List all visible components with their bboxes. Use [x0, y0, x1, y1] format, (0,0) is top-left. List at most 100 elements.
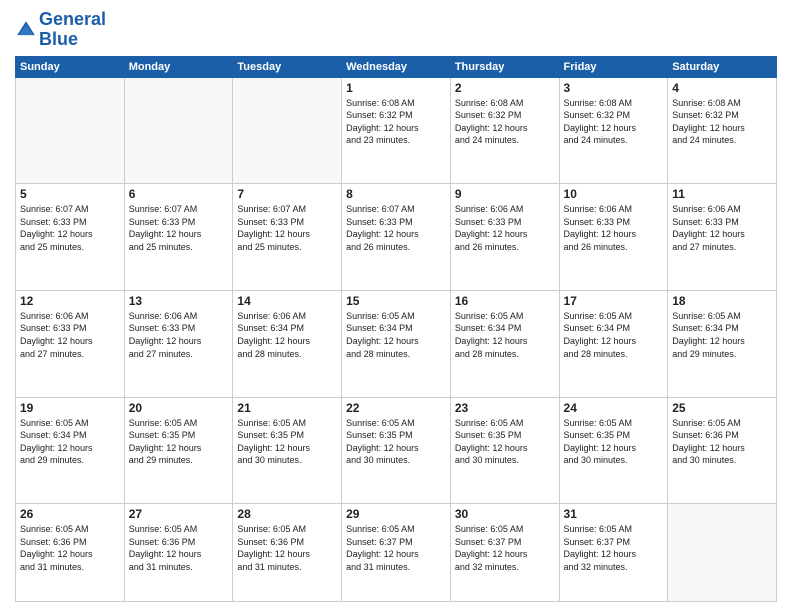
day-number: 30 — [455, 507, 555, 521]
cell-text-line: and 30 minutes. — [672, 454, 772, 467]
cell-text-line: Sunset: 6:35 PM — [564, 429, 664, 442]
calendar-cell: 24Sunrise: 6:05 AMSunset: 6:35 PMDayligh… — [559, 397, 668, 504]
cell-text-line: Sunset: 6:35 PM — [129, 429, 229, 442]
calendar-cell — [16, 77, 125, 184]
cell-text-line: Daylight: 12 hours — [455, 442, 555, 455]
calendar-cell: 12Sunrise: 6:06 AMSunset: 6:33 PMDayligh… — [16, 290, 125, 397]
cell-text-line: Daylight: 12 hours — [455, 548, 555, 561]
calendar-cell: 28Sunrise: 6:05 AMSunset: 6:36 PMDayligh… — [233, 504, 342, 602]
calendar-cell: 11Sunrise: 6:06 AMSunset: 6:33 PMDayligh… — [668, 184, 777, 291]
logo: General Blue — [15, 10, 106, 50]
calendar-cell: 3Sunrise: 6:08 AMSunset: 6:32 PMDaylight… — [559, 77, 668, 184]
cell-text-line: Sunset: 6:36 PM — [672, 429, 772, 442]
cell-text-line: Sunset: 6:34 PM — [20, 429, 120, 442]
cell-text-line: Daylight: 12 hours — [129, 548, 229, 561]
cell-text-line: Sunrise: 6:08 AM — [672, 97, 772, 110]
cell-text-line: Sunrise: 6:05 AM — [455, 523, 555, 536]
cell-text-line: and 28 minutes. — [346, 348, 446, 361]
cell-text-line: Sunset: 6:32 PM — [564, 109, 664, 122]
cell-text-line: Sunset: 6:33 PM — [129, 322, 229, 335]
cell-text-line: and 23 minutes. — [346, 134, 446, 147]
cell-text-line: Sunset: 6:34 PM — [564, 322, 664, 335]
cell-text-line: Daylight: 12 hours — [672, 335, 772, 348]
cell-text-line: Sunset: 6:34 PM — [346, 322, 446, 335]
cell-text-line: Sunrise: 6:05 AM — [129, 417, 229, 430]
day-header-thursday: Thursday — [450, 56, 559, 77]
cell-text-line: and 25 minutes. — [129, 241, 229, 254]
cell-text-line: Daylight: 12 hours — [346, 335, 446, 348]
cell-text-line: Daylight: 12 hours — [20, 335, 120, 348]
cell-text-line: Daylight: 12 hours — [346, 122, 446, 135]
cell-text-line: Sunset: 6:33 PM — [20, 216, 120, 229]
cell-text-line: Sunset: 6:32 PM — [455, 109, 555, 122]
cell-text-line: Daylight: 12 hours — [237, 335, 337, 348]
cell-text-line: Daylight: 12 hours — [129, 335, 229, 348]
cell-text-line: and 30 minutes. — [346, 454, 446, 467]
calendar-cell: 27Sunrise: 6:05 AMSunset: 6:36 PMDayligh… — [124, 504, 233, 602]
day-number: 3 — [564, 81, 664, 95]
cell-text-line: and 30 minutes. — [237, 454, 337, 467]
cell-text-line: Daylight: 12 hours — [455, 122, 555, 135]
calendar-table: SundayMondayTuesdayWednesdayThursdayFrid… — [15, 56, 777, 602]
day-number: 6 — [129, 187, 229, 201]
cell-text-line: Daylight: 12 hours — [346, 228, 446, 241]
calendar-cell: 17Sunrise: 6:05 AMSunset: 6:34 PMDayligh… — [559, 290, 668, 397]
cell-text-line: and 29 minutes. — [672, 348, 772, 361]
cell-text-line: Sunrise: 6:07 AM — [237, 203, 337, 216]
calendar-cell: 22Sunrise: 6:05 AMSunset: 6:35 PMDayligh… — [342, 397, 451, 504]
cell-text-line: Daylight: 12 hours — [455, 228, 555, 241]
day-header-saturday: Saturday — [668, 56, 777, 77]
cell-text-line: Sunset: 6:33 PM — [564, 216, 664, 229]
cell-text-line: Sunrise: 6:05 AM — [129, 523, 229, 536]
day-number: 27 — [129, 507, 229, 521]
cell-text-line: and 31 minutes. — [129, 561, 229, 574]
day-number: 13 — [129, 294, 229, 308]
cell-text-line: Sunrise: 6:08 AM — [564, 97, 664, 110]
cell-text-line: and 29 minutes. — [20, 454, 120, 467]
cell-text-line: and 24 minutes. — [455, 134, 555, 147]
cell-text-line: Sunrise: 6:06 AM — [237, 310, 337, 323]
day-number: 19 — [20, 401, 120, 415]
cell-text-line: and 32 minutes. — [455, 561, 555, 574]
calendar-week-row: 12Sunrise: 6:06 AMSunset: 6:33 PMDayligh… — [16, 290, 777, 397]
cell-text-line: Daylight: 12 hours — [20, 228, 120, 241]
day-number: 9 — [455, 187, 555, 201]
cell-text-line: and 27 minutes. — [672, 241, 772, 254]
cell-text-line: Daylight: 12 hours — [129, 228, 229, 241]
cell-text-line: Sunrise: 6:08 AM — [346, 97, 446, 110]
day-number: 28 — [237, 507, 337, 521]
cell-text-line: Sunrise: 6:06 AM — [455, 203, 555, 216]
cell-text-line: Sunset: 6:35 PM — [237, 429, 337, 442]
cell-text-line: and 26 minutes. — [564, 241, 664, 254]
calendar-cell: 2Sunrise: 6:08 AMSunset: 6:32 PMDaylight… — [450, 77, 559, 184]
cell-text-line: Sunset: 6:34 PM — [237, 322, 337, 335]
day-number: 20 — [129, 401, 229, 415]
cell-text-line: and 26 minutes. — [455, 241, 555, 254]
calendar-cell: 13Sunrise: 6:06 AMSunset: 6:33 PMDayligh… — [124, 290, 233, 397]
cell-text-line: and 27 minutes. — [129, 348, 229, 361]
cell-text-line: and 24 minutes. — [564, 134, 664, 147]
cell-text-line: Daylight: 12 hours — [20, 548, 120, 561]
calendar-cell: 21Sunrise: 6:05 AMSunset: 6:35 PMDayligh… — [233, 397, 342, 504]
cell-text-line: Sunrise: 6:05 AM — [672, 417, 772, 430]
cell-text-line: and 26 minutes. — [346, 241, 446, 254]
cell-text-line: Sunrise: 6:06 AM — [672, 203, 772, 216]
cell-text-line: and 29 minutes. — [129, 454, 229, 467]
day-number: 21 — [237, 401, 337, 415]
calendar-cell: 25Sunrise: 6:05 AMSunset: 6:36 PMDayligh… — [668, 397, 777, 504]
cell-text-line: Daylight: 12 hours — [564, 442, 664, 455]
day-number: 8 — [346, 187, 446, 201]
cell-text-line: Sunset: 6:33 PM — [237, 216, 337, 229]
cell-text-line: Sunrise: 6:08 AM — [455, 97, 555, 110]
cell-text-line: Sunrise: 6:05 AM — [346, 417, 446, 430]
header: General Blue — [15, 10, 777, 50]
cell-text-line: Sunset: 6:32 PM — [346, 109, 446, 122]
cell-text-line: Daylight: 12 hours — [672, 442, 772, 455]
day-number: 12 — [20, 294, 120, 308]
cell-text-line: and 27 minutes. — [20, 348, 120, 361]
day-number: 11 — [672, 187, 772, 201]
cell-text-line: Daylight: 12 hours — [564, 228, 664, 241]
cell-text-line: Daylight: 12 hours — [672, 228, 772, 241]
cell-text-line: and 31 minutes. — [346, 561, 446, 574]
calendar-header-row: SundayMondayTuesdayWednesdayThursdayFrid… — [16, 56, 777, 77]
